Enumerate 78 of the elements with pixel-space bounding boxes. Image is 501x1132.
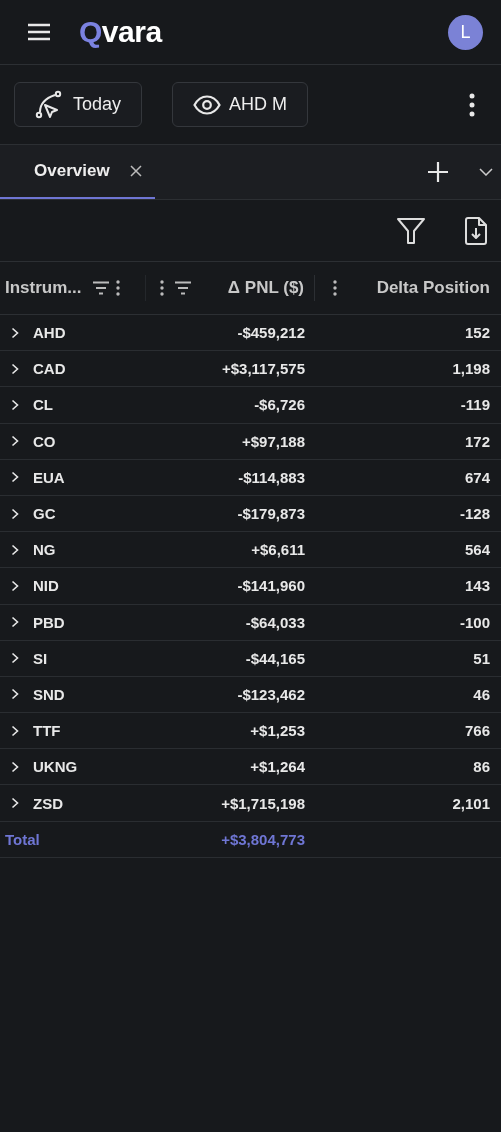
expand-chevron-icon[interactable] <box>11 507 19 520</box>
table-cell: 172 <box>464 432 490 450</box>
expand-chevron-icon[interactable] <box>11 326 19 339</box>
eye-icon <box>193 94 222 115</box>
filter-icon[interactable] <box>396 216 426 245</box>
table-cell: NG <box>33 541 56 559</box>
table-cell: 46 <box>473 685 490 703</box>
column-menu-icon[interactable] <box>333 280 337 296</box>
table-cell: 143 <box>464 577 490 595</box>
expand-chevron-icon[interactable] <box>11 362 19 375</box>
sort-lines-icon[interactable] <box>174 281 192 295</box>
expand-chevron-icon[interactable] <box>11 471 19 484</box>
menu-icon[interactable] <box>27 22 51 42</box>
table-cell: 86 <box>473 758 490 776</box>
expand-chevron-icon[interactable] <box>11 398 19 411</box>
table-cell: SND <box>33 685 65 703</box>
table-cell: -100 <box>459 613 490 631</box>
table-cell: -$6,726 <box>254 396 305 414</box>
sort-lines-icon[interactable] <box>91 281 110 295</box>
table-cell: -128 <box>459 505 490 523</box>
column-menu-icon[interactable] <box>160 280 164 296</box>
table-cell: -119 <box>460 396 490 414</box>
table-cell: 1,198 <box>452 360 490 378</box>
table-cell: -$459,212 <box>237 324 305 342</box>
chevron-down-icon[interactable] <box>479 168 493 176</box>
table-cell: CAD <box>33 360 66 378</box>
logo: Qvara <box>79 15 162 49</box>
table-cell: -$44,165 <box>245 649 305 667</box>
total-label: Total <box>5 830 40 848</box>
table-cell: AHD <box>33 324 66 342</box>
table-cell: -$179,873 <box>237 505 305 523</box>
table-cell: ZSD <box>33 794 63 812</box>
table-cell: GC <box>33 505 56 523</box>
export-file-icon[interactable] <box>464 215 488 246</box>
column-header[interactable]: Instrum... <box>5 278 82 298</box>
expand-chevron-icon[interactable] <box>11 579 19 592</box>
table-cell: -$64,033 <box>245 613 305 631</box>
more-icon[interactable] <box>469 92 475 117</box>
table-cell: UKNG <box>33 758 78 776</box>
column-menu-icon[interactable] <box>115 280 120 296</box>
table-cell: +$6,611 <box>251 541 305 559</box>
expand-chevron-icon[interactable] <box>11 652 19 665</box>
expand-chevron-icon[interactable] <box>11 543 19 556</box>
table-cell: +$3,117,575 <box>222 360 305 378</box>
table-cell: 674 <box>464 468 490 486</box>
table-cell: +$1,253 <box>250 722 305 740</box>
table-cell: PBD <box>33 613 65 631</box>
table-cell: TTF <box>33 722 61 740</box>
table-cell: 2,101 <box>452 794 490 812</box>
column-header[interactable]: Δ PNL ($) <box>227 278 304 298</box>
table-cell: 766 <box>464 722 490 740</box>
add-tab-icon[interactable] <box>427 161 449 183</box>
table-cell: 152 <box>464 324 490 342</box>
column-header[interactable]: Delta Position <box>376 278 490 298</box>
expand-chevron-icon[interactable] <box>11 797 19 810</box>
expand-chevron-icon[interactable] <box>11 688 19 701</box>
user-avatar[interactable]: L <box>448 14 483 50</box>
table-cell: +$97,188 <box>242 432 305 450</box>
close-icon[interactable] <box>129 165 142 177</box>
expand-chevron-icon[interactable] <box>11 435 19 448</box>
expand-chevron-icon[interactable] <box>11 760 19 773</box>
table-cell: -$123,462 <box>237 685 305 703</box>
table-cell: -$114,883 <box>238 468 305 486</box>
table-cell: CO <box>33 432 56 450</box>
table-cell: -$141,960 <box>237 577 305 595</box>
date-button[interactable]: Today <box>14 82 143 127</box>
table-cell: +$1,715,198 <box>221 794 305 812</box>
table-cell: NID <box>33 577 59 595</box>
table-cell: +$1,264 <box>250 758 305 776</box>
total-value: +$3,804,773 <box>221 830 305 848</box>
table-cell: 564 <box>464 541 490 559</box>
table-cell: SI <box>33 649 48 667</box>
table-cell: EUA <box>33 468 65 486</box>
expand-chevron-icon[interactable] <box>11 616 19 629</box>
expand-chevron-icon[interactable] <box>11 724 19 737</box>
table-cell: CL <box>33 396 53 414</box>
table-cell: 51 <box>473 649 490 667</box>
view-button[interactable]: AHD M <box>172 82 309 127</box>
